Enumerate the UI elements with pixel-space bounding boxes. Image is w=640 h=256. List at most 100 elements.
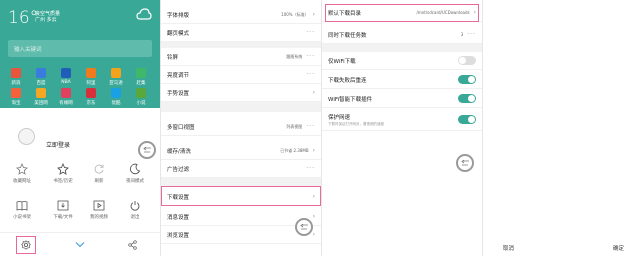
- city: 广州 多云: [35, 17, 57, 23]
- site-label: 小说: [136, 101, 146, 106]
- settings-row-label: 手势设置: [167, 90, 190, 97]
- settings-row[interactable]: 缓存/清洗 已节省 2.38MB ›: [161, 142, 321, 160]
- row1-label: 收藏网址: [13, 179, 31, 184]
- settings-row-value: 已节省 2.38MB: [280, 147, 309, 153]
- site-icon: [61, 88, 71, 98]
- more-dots-icon: ···: [306, 53, 315, 60]
- download-settings-highlight: [161, 186, 321, 206]
- cloud-icon: [136, 8, 152, 20]
- settings-row-label: 消息设置: [167, 214, 190, 221]
- bookmarks-history-button[interactable]: 书签/历史: [48, 163, 78, 184]
- settings-row-value: 列表视图: [286, 123, 303, 129]
- search-input[interactable]: 输入关键词: [8, 40, 152, 57]
- ok-button[interactable]: 确定: [613, 244, 624, 252]
- browser-home-panel: 16° 良空气质量 广州 多云 输入关键词 新浪 百度 NBA 阿里 亚马逊 赶集 淘宝 美团…: [0, 0, 160, 256]
- menu-bottom-bar: [0, 232, 160, 256]
- play-icon: [93, 200, 105, 211]
- site-shortcut[interactable]: 有缘网: [55, 88, 77, 106]
- more-dots-icon: ···: [306, 71, 315, 78]
- star-icon: [57, 163, 69, 175]
- row2-label: 我的视频: [90, 215, 108, 220]
- settings-row-label: 字体排版: [167, 12, 190, 19]
- night-mode-button[interactable]: 夜间模式: [120, 163, 150, 184]
- site-icon: [111, 68, 121, 78]
- novel-shelf-button[interactable]: 小说书架: [7, 200, 37, 220]
- row1-label: 刷新: [94, 179, 104, 184]
- back-circle-button[interactable]: [456, 154, 474, 172]
- settings-row-label: 多窗口视图: [167, 124, 195, 131]
- concurrent-tasks-value: 3: [460, 32, 464, 37]
- resume-label: 下载失败后重连: [328, 77, 367, 84]
- resume-toggle[interactable]: [458, 75, 476, 84]
- protect-speed-row: 保护网速 下载时保证打开网页，看视频的速度: [322, 109, 482, 131]
- site-shortcut[interactable]: 赶集: [130, 68, 152, 86]
- avatar[interactable]: [18, 128, 35, 145]
- share-icon[interactable]: [128, 240, 137, 250]
- settings-row-label: 翻页模式: [167, 30, 190, 37]
- chevron-right-icon: ›: [312, 231, 315, 238]
- site-label: 优酷: [111, 101, 121, 106]
- back-arrow-icon: [142, 147, 151, 153]
- refresh-icon: [94, 164, 104, 174]
- download-dir-highlight: [325, 4, 479, 22]
- settings-row[interactable]: 广告过滤 ···: [161, 160, 321, 178]
- site-shortcut[interactable]: 新浪: [5, 68, 27, 86]
- site-shortcut[interactable]: 百度: [30, 68, 52, 86]
- site-label: NBA: [61, 80, 71, 85]
- row2-label: 下载/文件: [53, 215, 73, 220]
- settings-row[interactable]: 字体排版 100%（标准） ›: [161, 6, 321, 24]
- site-shortcut[interactable]: 优酷: [105, 88, 127, 106]
- folder-download-icon: [57, 200, 69, 211]
- downloads-files-button[interactable]: 下载/文件: [48, 200, 78, 220]
- concurrent-tasks-row[interactable]: 同时下载任务数 3 ···: [322, 26, 482, 44]
- site-shortcut[interactable]: 淘宝: [5, 88, 27, 106]
- wifi-only-toggle[interactable]: [458, 56, 476, 65]
- site-icon: [111, 88, 121, 98]
- site-label: 百度: [36, 81, 46, 86]
- site-shortcut[interactable]: 小说: [130, 88, 152, 106]
- site-shortcut[interactable]: 亚马逊: [105, 68, 127, 86]
- site-icon: [136, 88, 146, 98]
- more-dots-icon: ···: [306, 123, 315, 130]
- site-shortcut[interactable]: NBA: [55, 68, 77, 85]
- exit-button[interactable]: 退出: [120, 200, 150, 220]
- plugin-label: WiFi智能下载插件: [328, 96, 373, 103]
- login-link[interactable]: 立即登录: [46, 140, 70, 149]
- site-icon: [86, 68, 96, 78]
- site-label: 淘宝: [11, 101, 21, 106]
- plugin-toggle[interactable]: [458, 94, 476, 103]
- settings-row-value: 100%（标准）: [281, 11, 309, 17]
- more-dots-icon: ···: [467, 31, 476, 38]
- cancel-button[interactable]: 取消: [503, 244, 514, 252]
- chevron-right-icon: ›: [312, 213, 315, 220]
- protect-toggle[interactable]: [458, 115, 476, 124]
- settings-row-label: 铃屏: [167, 54, 179, 61]
- power-icon: [130, 201, 140, 211]
- settings-row[interactable]: 铃屏 跟随系统 ···: [161, 48, 321, 66]
- settings-row[interactable]: 多窗口视图 列表视图 ···: [161, 118, 321, 136]
- wifi-only-label: 仅WiFi下载: [328, 58, 356, 65]
- chevron-right-icon: ›: [312, 11, 315, 18]
- settings-row[interactable]: 手势设置 ›: [161, 84, 321, 102]
- site-shortcut[interactable]: 阿里: [80, 68, 102, 86]
- gear-icon[interactable]: [21, 240, 31, 250]
- back-circle-button[interactable]: [295, 218, 313, 236]
- site-shortcut[interactable]: 美团网: [30, 88, 52, 106]
- bookmark-add-button[interactable]: 收藏网址: [7, 163, 37, 184]
- my-videos-button[interactable]: 我的视频: [84, 200, 114, 220]
- row2-label: 退出: [130, 215, 140, 220]
- refresh-button[interactable]: 刷新: [84, 163, 114, 184]
- site-icon: [36, 88, 46, 98]
- back-circle-button[interactable]: [138, 141, 156, 159]
- site-shortcut[interactable]: 京东: [80, 88, 102, 106]
- settings-row[interactable]: 翻页模式 ···: [161, 24, 321, 42]
- site-label: 京东: [86, 101, 96, 106]
- row1-label: 书签/历史: [53, 179, 73, 184]
- chevron-down-icon[interactable]: [75, 241, 85, 248]
- site-icon: [11, 88, 21, 98]
- download-settings-panel: 默认下载目录 /mnt/sdcard/UCDownloads › 同时下载任务数 …: [322, 0, 482, 256]
- chevron-right-icon: ›: [312, 147, 315, 154]
- directory-dialog-panel: 取消 确定: [483, 0, 640, 256]
- settings-row-label: 亮度调节: [167, 72, 190, 79]
- settings-row[interactable]: 亮度调节 ···: [161, 66, 321, 84]
